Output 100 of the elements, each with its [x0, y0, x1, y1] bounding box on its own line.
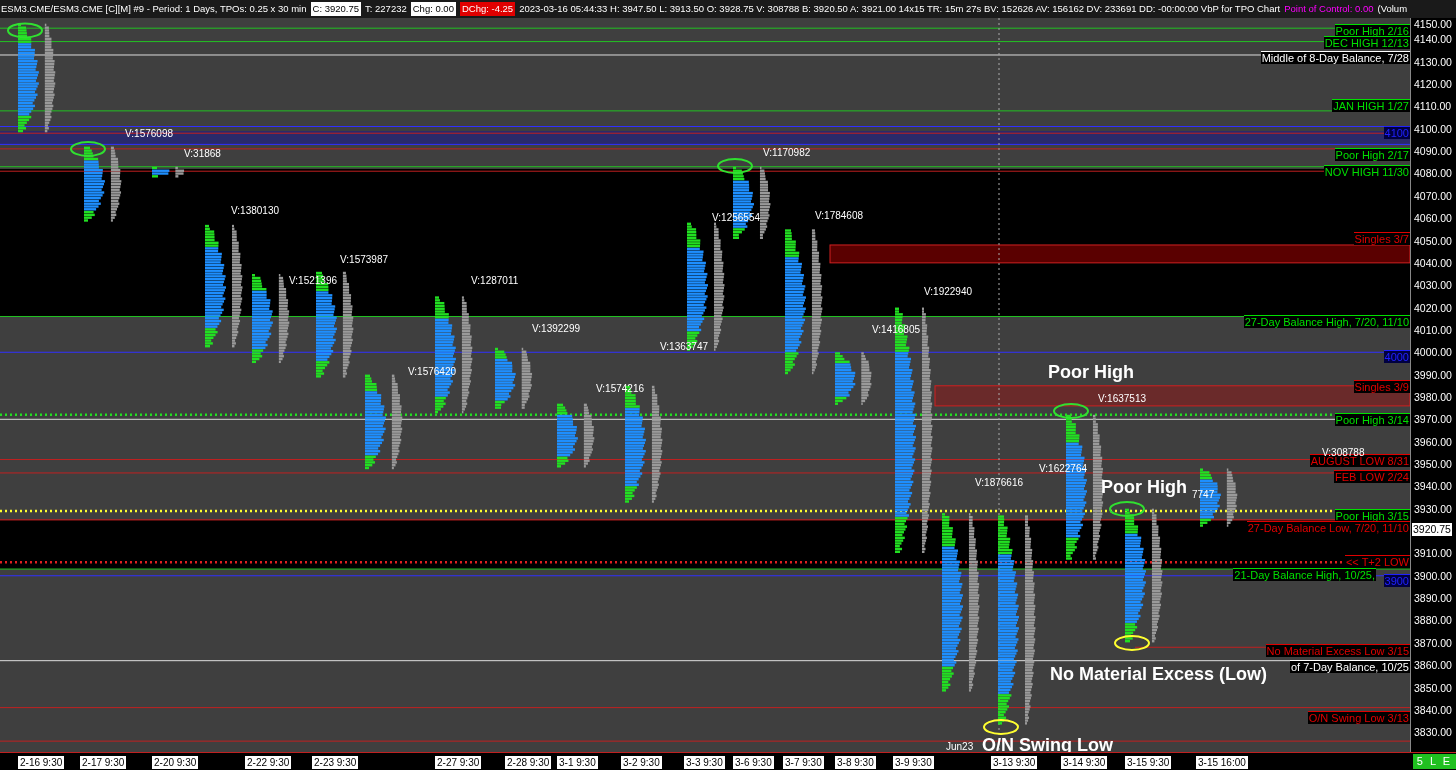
price-axis-label: 3950.00	[1414, 458, 1452, 470]
header-info-text: Point of Control: 0.00	[1284, 1, 1374, 16]
price-tag: 4000	[1383, 350, 1410, 363]
header-info-text: DChg: -4.25	[459, 1, 516, 17]
volume-profile-drawing	[175, 166, 185, 178]
level-label: 27-Day Balance High, 7/20, 11/10	[1243, 315, 1410, 328]
volume-label: V:1521396	[289, 275, 337, 287]
volume-label: V:1574216	[596, 383, 644, 395]
price-axis-label: 3970.00	[1414, 413, 1452, 426]
tpo-profile-drawing	[495, 347, 516, 409]
volume-label: V:31868	[184, 148, 221, 160]
volume-label: V:1256554	[712, 212, 760, 224]
date-axis-label: 2-20 9:30	[152, 756, 199, 769]
price-axis-label: 4080.00	[1414, 167, 1452, 180]
date-axis-label: 2-16 9:30	[18, 756, 65, 769]
price-axis-label: 3840.00	[1414, 703, 1452, 716]
date-axis-label: 3-8 9:30	[835, 756, 876, 769]
status-indicator: 5 L E	[1412, 754, 1456, 769]
volume-label: V:1922940	[924, 286, 972, 298]
price-axis-label: 3990.00	[1414, 368, 1452, 381]
date-axis-label: 2-23 9:30	[312, 756, 359, 769]
price-axis-label: 3930.00	[1414, 502, 1452, 515]
tpo-profile-drawing	[835, 352, 856, 405]
date-axis-label: 3-14 9:30	[1061, 756, 1108, 769]
volume-label: V:1363747	[660, 341, 708, 353]
level-label: 27-Day Balance Low, 7/20, 11/10	[1246, 521, 1410, 534]
date-axis-label: 3-15 16:00	[1196, 756, 1248, 769]
price-axis-label: 4000.00	[1414, 346, 1452, 359]
ellipse-marker	[7, 22, 43, 39]
volume-label: V:1287011	[471, 275, 519, 287]
price-axis-label: 4070.00	[1414, 189, 1452, 202]
header-info-text: 2023-03-16 05:44:33 H: 3947.50 L: 3913.50 O: 3928.75 V: 308788 B: 3920.50 A: 3921.00 14x15 TR: 15m 27s BV: 152626 AV: 156162 DV: 233691 DD: -00:00:00 VbP for TPO Chart	[519, 1, 1281, 16]
price-axis-label: 4050.00	[1414, 234, 1452, 247]
volume-label: 7747	[1192, 489, 1215, 501]
tpo-profile-drawing	[152, 166, 170, 178]
price-axis-label: 3960.00	[1414, 435, 1452, 448]
ellipse-marker	[1109, 501, 1145, 517]
level-label: << T+2 LOW	[1344, 555, 1410, 568]
price-axis-label: 4130.00	[1414, 55, 1452, 68]
date-axis-label: 3-3 9:30	[684, 756, 725, 769]
price-axis-label: 3980.00	[1414, 390, 1452, 403]
date-axis-label: 3-6 9:30	[733, 756, 774, 769]
volume-profile-drawing	[583, 403, 595, 468]
price-axis-label: 4110.00	[1414, 100, 1452, 113]
price-axis-label: 3900.00	[1414, 569, 1452, 582]
volume-label: V:1576420	[408, 366, 456, 378]
price-axis-label: 3890.00	[1414, 592, 1452, 605]
header-info-text: Chg: 0.00	[410, 1, 456, 17]
price-axis-label: 3850.00	[1414, 681, 1452, 694]
volume-label: V:1876616	[975, 477, 1023, 489]
level-label: NOV HIGH 11/30	[1323, 165, 1410, 178]
date-axis-label: 2-17 9:30	[80, 756, 127, 769]
ellipse-marker	[1053, 403, 1089, 419]
volume-profile-drawing	[1226, 468, 1238, 527]
date-axis-label: 2-27 9:30	[435, 756, 482, 769]
volume-label: V:1392299	[532, 323, 580, 335]
price-axis-label: 3940.00	[1414, 480, 1452, 493]
level-label: Poor High 3/14	[1334, 413, 1410, 426]
price-tag: 4100	[1383, 126, 1410, 139]
ellipse-marker	[717, 158, 753, 174]
date-axis-label: 3-9 9:30	[893, 756, 934, 769]
header-info-text: C: 3920.75	[310, 1, 361, 17]
level-label: FEB LOW 2/24	[1334, 470, 1410, 483]
current-price-tag: 3920.75	[1412, 523, 1452, 537]
ellipse-marker	[983, 719, 1019, 735]
volume-label: V:1380130	[231, 205, 279, 217]
volume-label: V:1637513	[1098, 393, 1146, 405]
price-axis-label: 4150.00	[1414, 18, 1452, 30]
volume-label: V:1576098	[125, 128, 173, 140]
date-axis-label: 3-2 9:30	[621, 756, 662, 769]
date-axis-label: 2-22 9:30	[245, 756, 292, 769]
date-axis-label: 2-28 9:30	[505, 756, 552, 769]
level-label: O/N Swing Low 3/13	[1307, 711, 1410, 724]
volume-label: V:1416805	[872, 324, 920, 336]
price-axis-label: 3910.00	[1414, 547, 1452, 560]
price-axis-label: 3830.00	[1414, 726, 1452, 739]
header-info-text: (Volum	[1377, 1, 1408, 16]
level-label: Poor High 2/17	[1334, 148, 1410, 161]
price-axis-label: 4060.00	[1414, 212, 1452, 225]
price-axis-label: 3870.00	[1414, 636, 1452, 649]
date-axis-label: 3-7 9:30	[783, 756, 824, 769]
level-label: Middle of 8-Day Balance, 7/28	[1260, 51, 1410, 64]
volume-profile-drawing	[521, 347, 533, 409]
ellipse-marker	[1114, 635, 1150, 651]
level-label: of 7-Day Balance, 10/25	[1289, 660, 1410, 673]
header-info-text: T: 227232	[365, 1, 407, 16]
annotation-text: No Material Excess (Low)	[1050, 664, 1268, 684]
level-label: JAN HIGH 1/27	[1332, 99, 1410, 112]
price-axis-label: 4140.00	[1414, 33, 1452, 46]
price-axis-label: 4030.00	[1414, 279, 1452, 292]
price-axis-label: 4020.00	[1414, 301, 1452, 314]
price-axis-label: 4100.00	[1414, 122, 1452, 135]
volume-label: V:1573987	[340, 254, 388, 266]
contract-label: Jun23	[946, 741, 974, 753]
price-tag: 3900	[1383, 574, 1410, 587]
volume-profile-drawing	[861, 352, 872, 405]
date-axis-label: 3-13 9:30	[991, 756, 1038, 769]
price-axis-label: 4010.00	[1414, 323, 1452, 336]
price-axis-label: 3860.00	[1414, 659, 1452, 672]
annotation-text: Poor High	[1048, 362, 1134, 382]
